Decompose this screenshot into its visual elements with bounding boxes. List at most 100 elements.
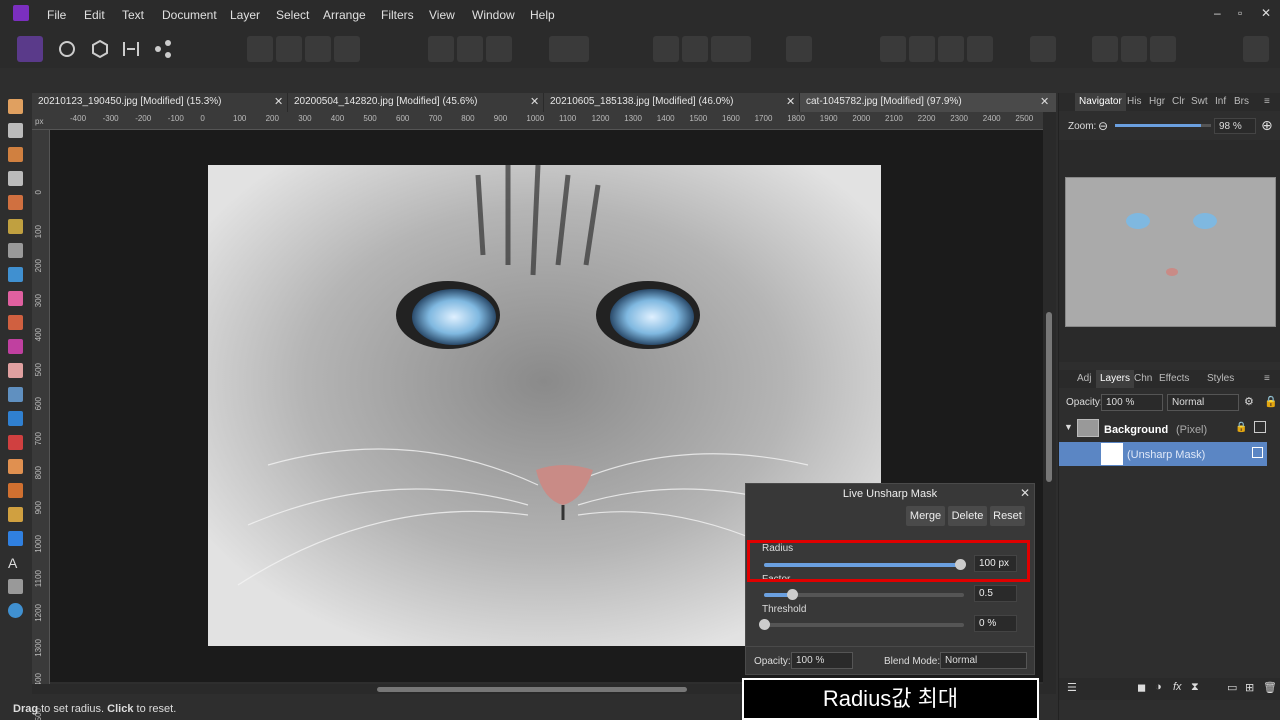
vertical-scroll-thumb[interactable] xyxy=(1046,312,1052,482)
threshold-slider[interactable] xyxy=(759,619,964,630)
layer-settings-gear-icon[interactable]: ⚙ xyxy=(1244,395,1254,408)
panel-menu-icon[interactable]: ≡ xyxy=(1264,96,1270,107)
magnet-dropdown[interactable] xyxy=(711,36,751,62)
snapping-button[interactable] xyxy=(682,36,708,62)
tab-histogram[interactable]: Hgr xyxy=(1149,96,1165,107)
hand-tool-icon[interactable] xyxy=(8,99,23,114)
fx-icon[interactable]: fx xyxy=(1173,681,1182,693)
blend-mode-dropdown[interactable]: Normal xyxy=(940,652,1027,669)
tab-doc-2[interactable]: 20200504_142820.jpg [Modified] (45.6%) ✕ xyxy=(288,93,543,112)
menu-text[interactable]: Text xyxy=(122,8,144,22)
selection-button[interactable] xyxy=(428,36,454,62)
tab-doc-3[interactable]: 20210605_185138.jpg [Modified] (46.0%) ✕ xyxy=(544,93,799,112)
factor-value-field[interactable]: 0.5 xyxy=(974,585,1017,602)
export-persona-icon[interactable] xyxy=(153,39,173,59)
close-tab-icon[interactable]: ✕ xyxy=(786,95,795,108)
dodge-tool-icon[interactable] xyxy=(8,387,23,402)
group-folder-icon[interactable]: ▭ xyxy=(1227,681,1237,694)
shape-tool-icon[interactable] xyxy=(8,531,23,546)
mask-layer-icon[interactable]: ◼ xyxy=(1137,681,1146,694)
align-button-3[interactable] xyxy=(938,36,964,62)
tab-effects[interactable]: Effects xyxy=(1159,373,1189,384)
auto-contrast-button[interactable] xyxy=(276,36,302,62)
vertical-scrollbar[interactable] xyxy=(1043,112,1056,684)
tab-brushes[interactable]: Brs xyxy=(1234,96,1249,107)
menu-window[interactable]: Window xyxy=(472,8,515,22)
color-picker-tool-icon[interactable] xyxy=(8,147,23,162)
threshold-slider-knob[interactable] xyxy=(759,619,770,630)
develop-persona-icon[interactable] xyxy=(90,39,110,59)
red-eye-tool-icon[interactable] xyxy=(8,435,23,450)
erase-tool-icon[interactable] xyxy=(8,363,23,378)
snapping-grid-button[interactable] xyxy=(653,36,679,62)
delete-layer-icon[interactable]: 🗑 xyxy=(1263,681,1277,694)
close-tab-icon[interactable]: ✕ xyxy=(274,95,283,108)
smudge-tool-icon[interactable] xyxy=(8,459,23,474)
dialog-close-icon[interactable]: ✕ xyxy=(1020,486,1030,500)
account-button[interactable] xyxy=(1243,36,1269,62)
tab-color[interactable]: Clr xyxy=(1172,96,1185,107)
tab-adjustments[interactable]: Adj xyxy=(1077,373,1091,384)
menu-arrange[interactable]: Arrange xyxy=(323,8,366,22)
menu-file[interactable]: File xyxy=(47,8,66,22)
flood-select-tool-icon[interactable] xyxy=(8,219,23,234)
tab-layers[interactable]: Layers xyxy=(1096,370,1135,388)
layer-opacity-dropdown[interactable]: 100 % xyxy=(1101,394,1163,411)
menu-document[interactable]: Document xyxy=(162,8,217,22)
threshold-value-field[interactable]: 0 % xyxy=(974,615,1017,632)
layer-row-unsharp-mask[interactable]: (Unsharp Mask) xyxy=(1059,442,1267,466)
align-button-4[interactable] xyxy=(967,36,993,62)
blur-brush-tool-icon[interactable] xyxy=(8,483,23,498)
tab-info[interactable]: Inf xyxy=(1215,96,1226,107)
close-window-icon[interactable]: ✕ xyxy=(1261,6,1271,20)
layer-row-background[interactable]: ▼ Background (Pixel) 🔒 xyxy=(1059,417,1280,441)
layer-lock-icon[interactable]: 🔒 xyxy=(1264,395,1278,408)
menu-edit[interactable]: Edit xyxy=(84,8,105,22)
maximize-icon[interactable]: ▫ xyxy=(1238,6,1242,20)
factor-slider[interactable] xyxy=(764,589,964,600)
menu-help[interactable]: Help xyxy=(530,8,555,22)
align-button-1[interactable] xyxy=(880,36,906,62)
tab-styles[interactable]: Styles xyxy=(1207,373,1234,384)
menu-filters[interactable]: Filters xyxy=(381,8,414,22)
layer-lock-icon[interactable]: 🔒 xyxy=(1235,422,1247,433)
text-tool-icon[interactable]: A xyxy=(8,555,23,571)
selection-brush-tool-icon[interactable] xyxy=(8,195,23,210)
photo-persona-icon[interactable] xyxy=(17,36,43,62)
close-tab-icon[interactable]: ✕ xyxy=(530,95,539,108)
deselect-button[interactable] xyxy=(457,36,483,62)
gradient-tool-icon[interactable] xyxy=(8,291,23,306)
horizontal-scroll-thumb[interactable] xyxy=(377,687,687,692)
tab-doc-4[interactable]: cat-1045782.jpg [Modified] (97.9%) ✕ xyxy=(800,93,1056,112)
move-tool-icon[interactable] xyxy=(8,123,23,138)
layers-stack-icon[interactable]: ☰ xyxy=(1067,681,1077,694)
layer-blend-dropdown[interactable]: Normal xyxy=(1167,394,1239,411)
liquify-persona-icon[interactable] xyxy=(57,39,77,59)
tab-doc-1[interactable]: 20210123_190450.jpg [Modified] (15.3%) ✕ xyxy=(32,93,287,112)
pen-tool-icon[interactable] xyxy=(8,507,23,522)
tab-swatches[interactable]: Swt xyxy=(1191,96,1208,107)
boolean-add-button[interactable] xyxy=(1092,36,1118,62)
align-button-2[interactable] xyxy=(909,36,935,62)
menu-layer[interactable]: Layer xyxy=(230,8,260,22)
zoom-in-icon[interactable]: ⊕ xyxy=(1261,117,1273,134)
auto-colors-button[interactable] xyxy=(305,36,331,62)
invert-selection-button[interactable] xyxy=(486,36,512,62)
flood-fill-tool-icon[interactable] xyxy=(8,267,23,282)
menu-view[interactable]: View xyxy=(429,8,455,22)
brush-button[interactable] xyxy=(786,36,812,62)
auto-levels-button[interactable] xyxy=(247,36,273,62)
paint-brush-tool-icon[interactable] xyxy=(8,315,23,330)
boolean-intersect-button[interactable] xyxy=(1150,36,1176,62)
panel-menu-icon[interactable]: ≡ xyxy=(1264,373,1270,384)
filter-visibility-checkbox[interactable] xyxy=(1252,447,1263,458)
crop-tool-icon[interactable] xyxy=(8,171,23,186)
color-replacement-tool-icon[interactable] xyxy=(8,339,23,354)
layer-visibility-checkbox[interactable] xyxy=(1254,421,1266,433)
minimize-icon[interactable]: – xyxy=(1214,6,1221,20)
clone-tool-icon[interactable] xyxy=(8,411,23,426)
adjustment-icon[interactable]: ◑ xyxy=(1155,681,1162,693)
tab-navigator[interactable]: Navigator xyxy=(1075,93,1126,111)
filter-icon[interactable]: ⧗ xyxy=(1191,681,1199,694)
zoom-tool-icon[interactable] xyxy=(8,603,23,618)
